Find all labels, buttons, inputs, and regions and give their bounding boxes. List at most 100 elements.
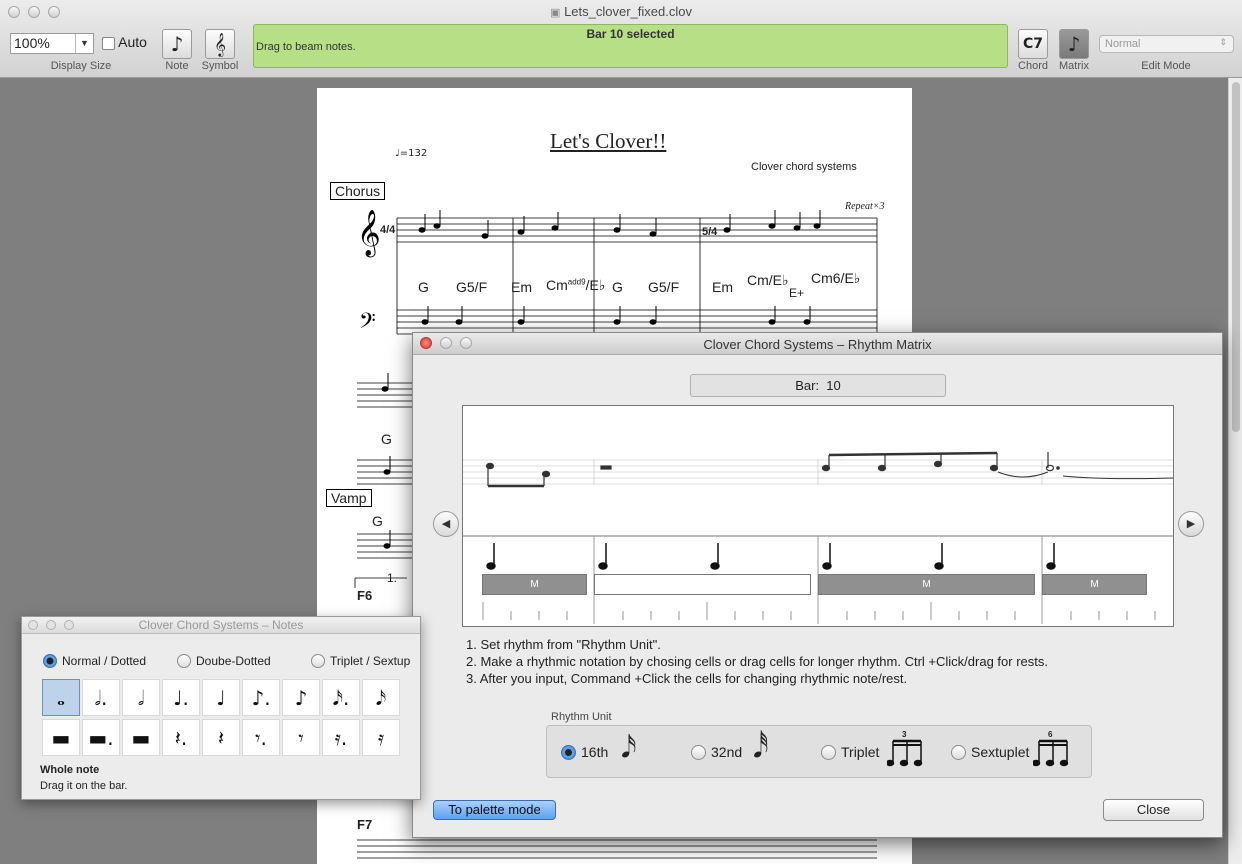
to-palette-mode-button[interactable]: To palette mode	[433, 800, 556, 820]
close-button[interactable]: Close	[1103, 799, 1204, 821]
radio-sextuplet[interactable]	[951, 745, 966, 760]
radio-double-dotted[interactable]	[177, 654, 191, 668]
edit-mode-caption: Edit Mode	[1141, 60, 1191, 72]
radio-label-32nd[interactable]: 32nd	[711, 744, 742, 760]
treble-clef-icon: 𝄞	[214, 32, 226, 56]
chord-symbol[interactable]: G	[612, 279, 623, 295]
radio-16th[interactable]	[561, 745, 576, 760]
rhythm-unit-group: 16th 𝅘𝅥𝅯 32nd 𝅘𝅥𝅰 Triplet 3 Sextuplet 6	[546, 725, 1092, 778]
main-toolbar: ▣ Lets_clover_fixed.clov 100% ▼ Auto Dis…	[0, 0, 1242, 78]
vertical-scrollbar[interactable]	[1228, 78, 1242, 864]
sixteenth-rest-icon[interactable]: 𝄿	[362, 719, 400, 756]
status-title: Bar 10 selected	[586, 27, 675, 41]
bar-label: Bar:	[795, 378, 820, 393]
time-sig-b: 5/4	[702, 226, 718, 238]
previous-bar-button[interactable]: ◀	[433, 511, 459, 537]
zoom-combobox[interactable]: 100% ▼	[10, 33, 94, 54]
radio-triplet-sextuplet[interactable]	[311, 654, 325, 668]
note-tool-button[interactable]: ♪	[162, 29, 192, 59]
chord-symbol[interactable]: G	[381, 431, 392, 447]
matrix-caption: Matrix	[1059, 60, 1089, 72]
checkbox-box[interactable]	[102, 36, 115, 50]
palette-hint: Drag it on the bar.	[40, 780, 128, 792]
mode-double-dotted[interactable]: Doube-Dotted	[196, 654, 271, 668]
chord-symbol[interactable]: E+	[789, 286, 804, 300]
rhythm-matrix-window: Clover Chord Systems – Rhythm Matrix Bar…	[412, 332, 1223, 838]
radio-32nd[interactable]	[691, 745, 706, 760]
next-bar-button[interactable]: ▶	[1178, 511, 1204, 537]
cell-marker: M	[922, 579, 931, 590]
bar-number: 10	[826, 378, 841, 393]
chord-symbol[interactable]: Cm/E♭	[747, 272, 789, 289]
auto-checkbox[interactable]: Auto	[102, 34, 147, 50]
notes-titlebar: Clover Chord Systems – Notes	[22, 617, 420, 634]
chord-caption: Chord	[1018, 60, 1048, 72]
edit-mode-select[interactable]: Normal ⇕	[1099, 35, 1234, 53]
whole-rest-icon[interactable]: ▬	[42, 719, 80, 756]
chord-tool-button[interactable]: C7	[1018, 29, 1048, 59]
triplet-icon: 3	[887, 730, 923, 770]
matrix-window-title: Clover Chord Systems – Rhythm Matrix	[703, 337, 932, 352]
edit-mode-value: Normal	[1105, 38, 1141, 50]
zoom-value[interactable]: 100%	[14, 35, 50, 51]
display-size-caption: Display Size	[50, 60, 112, 72]
sixteenth-note-icon[interactable]: 𝅘𝅥𝅯	[362, 679, 400, 716]
quarter-rest-icon[interactable]: 𝄽	[202, 719, 240, 756]
radio-normal-dotted[interactable]	[43, 654, 57, 668]
dotted-sixteenth-rest-icon[interactable]: 𝄿.	[322, 719, 360, 756]
eighth-note-icon[interactable]: ♪	[282, 679, 320, 716]
matrix-cell[interactable]	[594, 574, 811, 595]
chevron-down-icon[interactable]: ▼	[75, 34, 93, 53]
matrix-titlebar: Clover Chord Systems – Rhythm Matrix	[413, 333, 1222, 355]
chord-symbol[interactable]: G	[418, 279, 429, 295]
radio-label-16th[interactable]: 16th	[581, 744, 608, 760]
chord-symbol[interactable]: Cmadd9/E♭	[546, 277, 605, 294]
status-message: Drag to beam notes.	[256, 41, 356, 53]
selected-symbol-name: Whole note	[40, 764, 100, 776]
scroll-thumb[interactable]	[1232, 82, 1240, 432]
rhythm-matrix[interactable]: M M M	[462, 405, 1174, 627]
chord-symbol[interactable]: Cm6/E♭	[811, 270, 860, 287]
section-vamp[interactable]: Vamp	[326, 489, 372, 507]
chord-symbol[interactable]: Em	[712, 279, 733, 295]
chord-symbol[interactable]: G	[372, 513, 383, 529]
chord-symbol[interactable]: G5/F	[456, 279, 487, 295]
chord-symbol[interactable]: F7	[357, 817, 372, 832]
sextuplet-icon: 6	[1033, 730, 1069, 770]
dotted-eighth-rest-icon[interactable]: 𝄾.	[242, 719, 280, 756]
note-caption: Note	[165, 60, 189, 72]
radio-label-sextuplet[interactable]: Sextuplet	[971, 744, 1029, 760]
quarter-note-icon[interactable]: ♩	[202, 679, 240, 716]
eighth-rest-icon[interactable]: 𝄾	[282, 719, 320, 756]
matrix-cell[interactable]: M	[818, 574, 1035, 595]
half-note-icon[interactable]: 𝅗𝅥	[122, 679, 160, 716]
whole-note-icon[interactable]: 𝅝	[42, 679, 80, 716]
notes-window-title: Clover Chord Systems – Notes	[138, 618, 304, 632]
matrix-tool-button[interactable]: ♪	[1059, 29, 1089, 59]
chord-symbol[interactable]: G5/F	[648, 279, 679, 295]
dotted-half-rest-icon[interactable]: ▬.	[82, 719, 120, 756]
radio-label-triplet[interactable]: Triplet	[841, 744, 879, 760]
mode-triplet-sextuplet[interactable]: Triplet / Sextup	[330, 654, 410, 668]
window-title: ▣ Lets_clover_fixed.clov	[550, 4, 692, 19]
chord-bass-note: E♭	[589, 277, 606, 293]
dotted-half-note-icon[interactable]: 𝅗𝅥.	[82, 679, 120, 716]
symbol-tool-button[interactable]: 𝄞	[205, 29, 235, 59]
dotted-quarter-rest-icon[interactable]: 𝄽.	[162, 719, 200, 756]
chord-symbol[interactable]: Em	[511, 279, 532, 295]
dotted-quarter-note-icon[interactable]: ♩.	[162, 679, 200, 716]
chord-symbol[interactable]: F6	[357, 588, 372, 603]
status-panel: Bar 10 selected Drag to beam notes.	[253, 24, 1008, 68]
time-sig-a: 4/4	[380, 224, 396, 236]
matrix-cell[interactable]: M	[1042, 574, 1147, 595]
dotted-sixteenth-note-icon[interactable]: 𝅘𝅥𝅯.	[322, 679, 360, 716]
radio-triplet[interactable]	[821, 745, 836, 760]
half-rest-icon[interactable]: ▬	[122, 719, 160, 756]
triangle-left-icon: ◀	[441, 518, 451, 530]
sixteenth-note-icon: 𝅘𝅥𝅯	[621, 730, 637, 765]
document-icon: ▣	[550, 7, 561, 19]
dotted-eighth-note-icon[interactable]: ♪.	[242, 679, 280, 716]
mode-normal-dotted[interactable]: Normal / Dotted	[62, 654, 146, 668]
matrix-cell[interactable]: M	[482, 574, 587, 595]
ending-mark: 1.	[387, 571, 398, 585]
